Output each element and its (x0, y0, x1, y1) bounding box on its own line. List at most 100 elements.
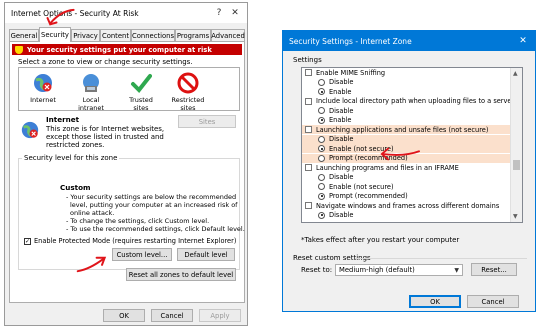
scroll-thumb[interactable] (513, 160, 520, 170)
cancel-button[interactable]: Cancel (467, 295, 519, 308)
setting-label: Disable (329, 211, 354, 220)
zone-description-line: This zone is for Internet websites, (46, 125, 165, 133)
setting-label: Enable (329, 116, 352, 125)
security-level-label: Security level for this zone (22, 154, 120, 162)
zone-label: Restricted sites (171, 96, 205, 112)
category-icon (305, 164, 312, 172)
level-description-line: - To change the settings, click Custom l… (66, 217, 210, 225)
level-description-line: online attack. (70, 209, 115, 217)
globe-icon (34, 74, 52, 92)
radio-icon[interactable] (318, 135, 325, 143)
default-level-button[interactable]: Default level (177, 248, 235, 261)
title-bar: Internet Options - Security At Risk ? ✕ (5, 3, 247, 23)
setting-option[interactable]: Disable (302, 78, 510, 87)
apply-button[interactable]: Apply (199, 309, 241, 322)
setting-option[interactable]: Disable (302, 211, 510, 220)
reset-button[interactable]: Reset... (471, 263, 517, 276)
ok-button[interactable]: OK (103, 309, 145, 322)
radio-icon[interactable] (318, 173, 325, 181)
annotation-arrow-enable-not-secure (380, 147, 420, 161)
help-icon[interactable]: ? (213, 7, 225, 19)
setting-option[interactable]: Enable (not secure) (302, 182, 510, 191)
scroll-up-icon[interactable]: ▲ (513, 70, 518, 77)
zone-description-line: except those listed in trusted and (46, 133, 164, 141)
setting-label: Navigate windows and frames across diffe… (316, 201, 500, 210)
radio-selected-icon[interactable] (318, 192, 325, 200)
setting-label: Disable (329, 135, 354, 144)
internet-options-window: Internet Options - Security At Risk ? ✕ … (4, 2, 248, 326)
setting-category: Navigate windows and frames across diffe… (302, 201, 510, 210)
zone-description-line: restricted zones. (46, 141, 105, 149)
setting-label: Disable (329, 78, 354, 87)
setting-option[interactable]: Enable (302, 87, 510, 96)
dropdown-icon: ▼ (454, 267, 459, 274)
category-icon (305, 97, 312, 105)
radio-icon[interactable] (318, 107, 325, 115)
radio-icon[interactable] (318, 154, 325, 162)
level-description-line: - To use the recommended settings, click… (66, 225, 245, 233)
setting-option[interactable]: Prompt (recommended) (302, 192, 510, 201)
title-bar: Security Settings - Internet Zone ✕ (283, 31, 535, 51)
tab-security[interactable]: Security (39, 27, 71, 42)
zone-trusted-sites[interactable]: Trusted sites (121, 72, 161, 112)
annotation-arrow-custom-level (76, 256, 107, 273)
checkbox-icon: ✓ (24, 237, 31, 245)
cancel-button[interactable]: Cancel (151, 309, 193, 322)
setting-option[interactable]: Disable (302, 106, 510, 115)
zone-list: Internet Local intranet Trusted sites Re… (18, 67, 240, 112)
zone-internet[interactable]: Internet (25, 72, 61, 104)
settings-label: Settings (293, 56, 322, 64)
setting-label: Enable MIME Sniffing (316, 68, 386, 77)
level-description-line: level, putting your computer at an incre… (70, 201, 238, 209)
zone-label: Local intranet (78, 96, 104, 112)
window-title: Security Settings - Internet Zone (289, 36, 412, 46)
custom-level-button[interactable]: Custom level... (112, 248, 172, 261)
risk-warning-bar: Your security settings put your computer… (12, 44, 242, 55)
zone-restricted-sites[interactable]: Restricted sites (169, 72, 207, 112)
setting-label: Enable (not secure) (329, 182, 394, 191)
setting-option[interactable]: Enable (302, 116, 510, 125)
annotation-arrow-security-tab (46, 8, 75, 26)
setting-label: Disable (329, 106, 354, 115)
radio-selected-icon[interactable] (318, 88, 325, 96)
radio-selected-icon[interactable] (318, 116, 325, 124)
close-icon[interactable]: ✕ (517, 35, 529, 47)
restart-note: *Takes effect after you restart your com… (301, 236, 460, 244)
radio-selected-icon[interactable] (318, 211, 325, 219)
security-settings-window: Security Settings - Internet Zone ✕ Sett… (282, 30, 536, 312)
scrollbar[interactable]: ▲ ▼ (510, 68, 522, 222)
reset-to-dropdown[interactable]: Medium-high (default) ▼ (335, 264, 463, 276)
close-icon[interactable]: ✕ (229, 7, 241, 19)
radio-selected-icon[interactable] (318, 145, 325, 153)
setting-label: Enable (329, 87, 352, 96)
protected-mode-checkbox[interactable]: ✓ Enable Protected Mode (requires restar… (24, 237, 236, 245)
sites-button[interactable]: Sites (178, 115, 236, 128)
security-tab-panel: Your security settings put your computer… (9, 41, 245, 303)
protected-mode-label: Enable Protected Mode (requires restarti… (34, 237, 237, 245)
reset-to-label: Reset to: (301, 266, 333, 274)
zone-local-intranet[interactable]: Local intranet (69, 72, 113, 112)
zone-globe-icon (21, 121, 39, 139)
reset-all-zones-button[interactable]: Reset all zones to default level (126, 268, 236, 281)
radio-icon[interactable] (318, 78, 325, 86)
reset-to-value: Medium-high (default) (339, 266, 415, 274)
setting-label: Include local directory path when upload… (316, 97, 515, 106)
zone-heading: Internet (46, 115, 80, 124)
setting-option[interactable]: Disable (302, 134, 510, 144)
restricted-icon (177, 72, 199, 94)
setting-option[interactable]: Disable (302, 173, 510, 182)
setting-category: Launching programs and files in an IFRAM… (302, 163, 510, 172)
radio-icon[interactable] (318, 183, 325, 191)
warning-shield-icon (15, 45, 23, 54)
warning-text: Your security settings put your computer… (27, 45, 212, 54)
checkmark-icon (131, 74, 152, 94)
select-zone-text: Select a zone to view or change security… (18, 58, 193, 66)
category-icon (305, 69, 312, 77)
scroll-down-icon[interactable]: ▼ (513, 213, 518, 220)
intranet-icon (83, 74, 99, 92)
zone-label: Trusted sites (129, 96, 153, 112)
setting-label: Launching programs and files in an IFRAM… (316, 163, 459, 172)
setting-label: Prompt (recommended) (329, 192, 408, 201)
ok-button[interactable]: OK (409, 295, 461, 308)
zone-label: Internet (30, 96, 56, 104)
